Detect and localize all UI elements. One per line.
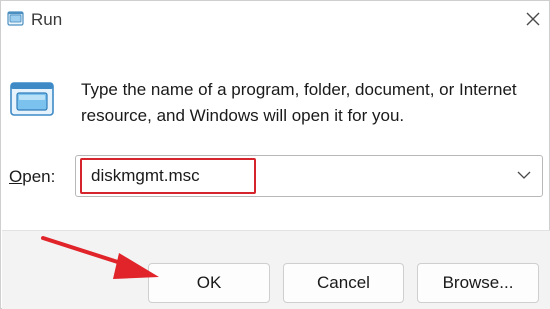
open-label-rest: pen: bbox=[22, 167, 56, 186]
open-label: Open: bbox=[9, 167, 55, 187]
highlight-box bbox=[80, 158, 256, 194]
run-program-icon bbox=[10, 82, 54, 116]
red-arrow-icon bbox=[41, 236, 159, 279]
run-icon bbox=[7, 11, 24, 26]
open-label-accelerator: O bbox=[9, 167, 23, 186]
description-text: Type the name of a program, folder, docu… bbox=[81, 80, 517, 125]
close-icon[interactable] bbox=[519, 5, 547, 33]
browse-button[interactable]: Browse... bbox=[417, 263, 539, 303]
cancel-button[interactable]: Cancel bbox=[283, 263, 404, 303]
run-dialog: Run Type the name of a program, folder, … bbox=[0, 0, 550, 309]
title-bar[interactable]: Run bbox=[1, 1, 549, 39]
window-title: Run bbox=[31, 10, 63, 29]
chevron-down-icon[interactable] bbox=[515, 168, 533, 182]
